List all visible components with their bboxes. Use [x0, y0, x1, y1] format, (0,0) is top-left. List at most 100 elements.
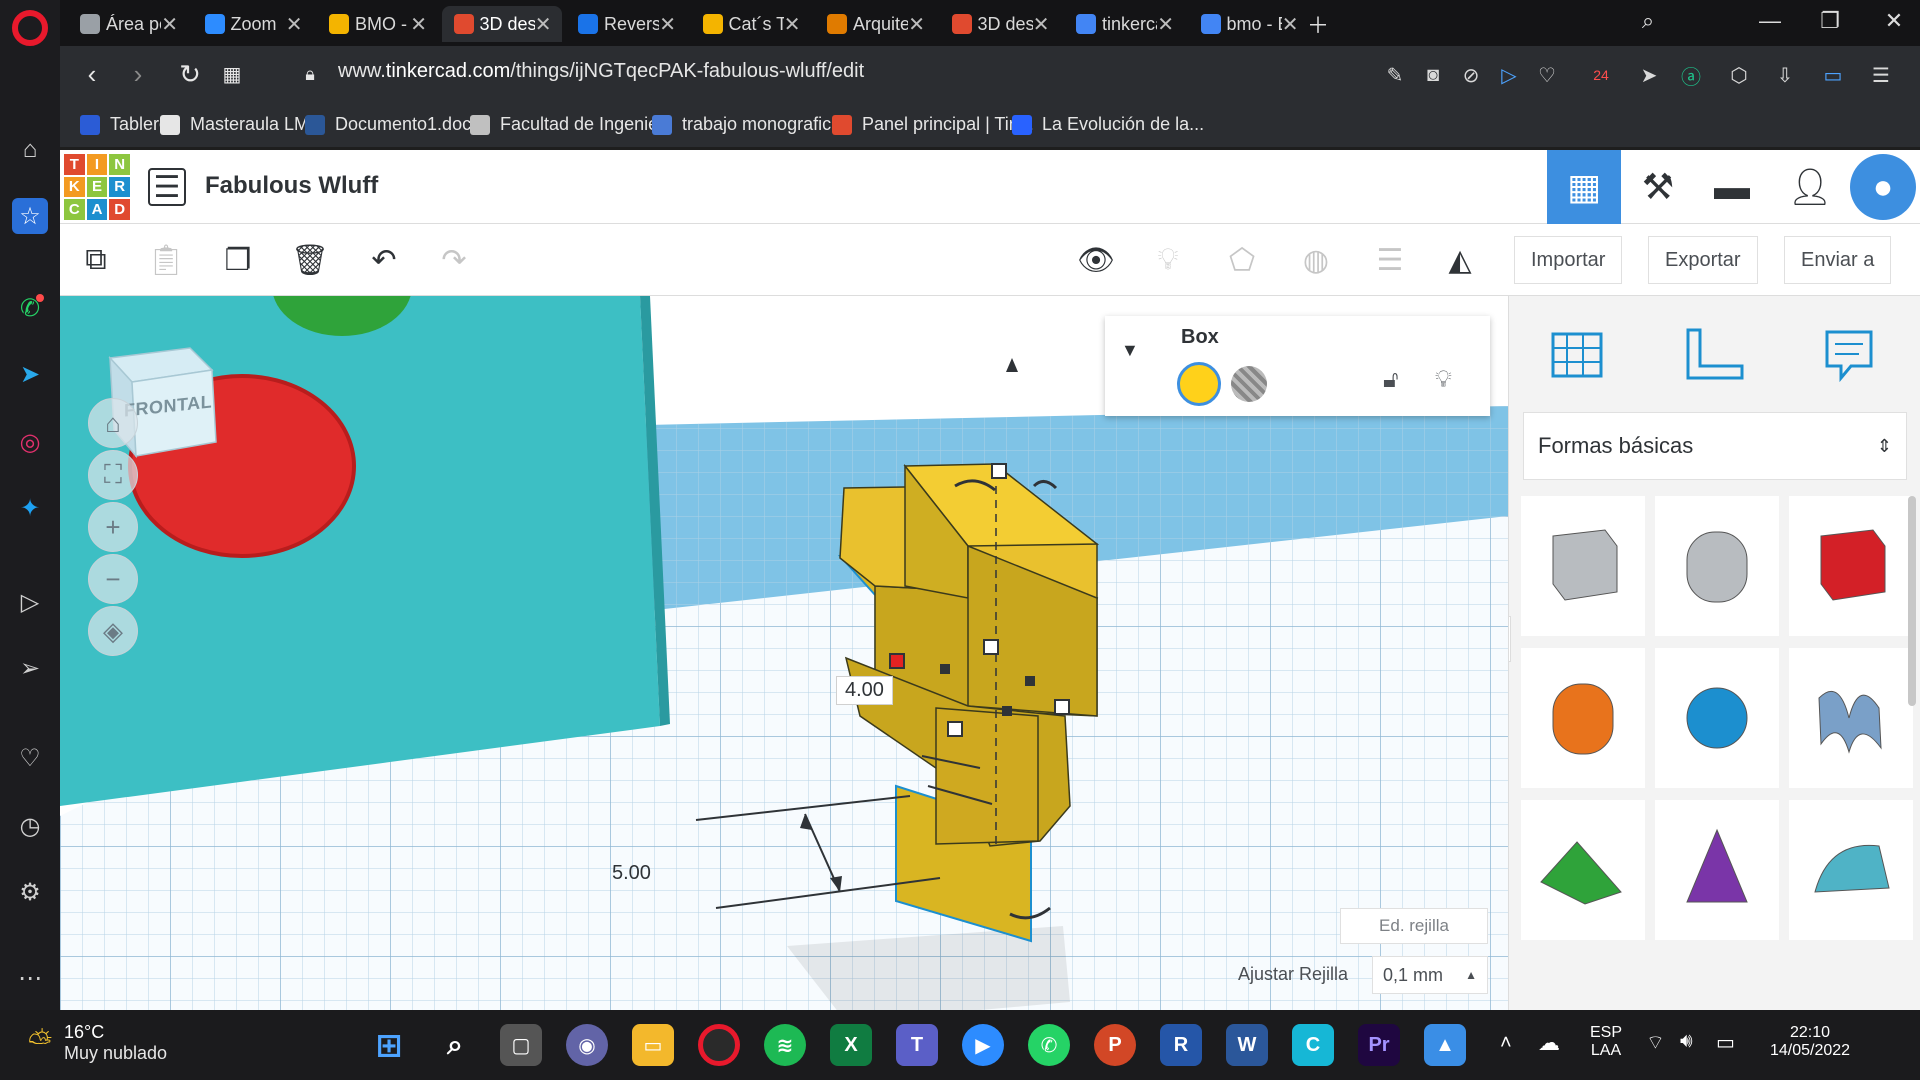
- easy-setup-icon[interactable]: ☰: [1866, 60, 1896, 90]
- tab-close-icon[interactable]: ✕: [1033, 12, 1050, 37]
- opera-logo-icon[interactable]: [12, 10, 48, 46]
- undo-icon[interactable]: ↶: [362, 238, 406, 282]
- ruler-icon[interactable]: [1673, 314, 1753, 394]
- tab-close-icon[interactable]: ✕: [1282, 12, 1299, 37]
- more-icon[interactable]: ⋯: [12, 960, 48, 996]
- codeblocks-button[interactable]: ⚒: [1621, 150, 1695, 224]
- export-button[interactable]: Exportar: [1648, 236, 1758, 284]
- shape-tile-box[interactable]: [1789, 496, 1913, 636]
- notes-icon[interactable]: 👁︎: [1074, 238, 1118, 282]
- excel-icon[interactable]: X: [830, 1024, 872, 1066]
- clock[interactable]: 22:10 14/05/2022: [1760, 1024, 1860, 1060]
- ungroup-icon[interactable]: ◍: [1294, 238, 1338, 282]
- powerpoint-icon[interactable]: P: [1094, 1024, 1136, 1066]
- lift-handle-icon[interactable]: [1006, 358, 1018, 372]
- word-icon[interactable]: W: [1226, 1024, 1268, 1066]
- panel-collapse-button[interactable]: ❯: [1509, 616, 1511, 662]
- ortho-view-icon[interactable]: ◈: [88, 606, 138, 656]
- bookmark-item[interactable]: Panel principal | Tin...: [832, 114, 1034, 135]
- tab-close-icon[interactable]: ✕: [659, 12, 676, 37]
- light-icon[interactable]: 💡︎: [1146, 238, 1190, 282]
- download-icon[interactable]: ⇩: [1770, 60, 1800, 90]
- favorite-icon[interactable]: ♡: [1532, 60, 1562, 90]
- home-view-icon[interactable]: ⌂: [88, 398, 138, 448]
- tab-close-icon[interactable]: ✕: [1157, 12, 1174, 37]
- file-explorer-icon[interactable]: ▭: [632, 1024, 674, 1066]
- speed-dial-icon[interactable]: ▦: [214, 56, 250, 92]
- tab-close-icon[interactable]: ✕: [286, 12, 303, 37]
- height-dimension-label[interactable]: 4.00: [836, 676, 893, 705]
- shape-tile-roof[interactable]: [1521, 800, 1645, 940]
- amazon-extension-icon[interactable]: ⓐ: [1676, 60, 1706, 90]
- tab-close-icon[interactable]: ✕: [908, 12, 925, 37]
- copy-icon[interactable]: ⧉: [74, 238, 118, 282]
- duplicate-icon[interactable]: ❐: [216, 238, 260, 282]
- history-icon[interactable]: ◷: [12, 808, 48, 844]
- onedrive-icon[interactable]: ☁︎: [1538, 1030, 1560, 1056]
- battery-icon[interactable]: ▭: [1716, 1030, 1735, 1055]
- group-icon[interactable]: ⬠: [1220, 238, 1264, 282]
- extension-badge-icon[interactable]: 24: [1586, 60, 1616, 90]
- search-icon[interactable]: ⌕: [434, 1024, 476, 1066]
- snap-grid-select[interactable]: 0,1 mm ▲: [1372, 956, 1488, 994]
- restore-button[interactable]: ❐: [1810, 8, 1850, 34]
- bookmark-icon[interactable]: ☆: [12, 198, 48, 234]
- solid-color-swatch[interactable]: [1177, 362, 1221, 406]
- shape-tile-cylinder-hole[interactable]: [1655, 496, 1779, 636]
- task-view-icon[interactable]: ▢: [500, 1024, 542, 1066]
- fit-view-icon[interactable]: ⛶: [88, 450, 138, 500]
- browser-tab[interactable]: Cat´s Tongue✕: [691, 6, 811, 42]
- tab-close-icon[interactable]: ✕: [535, 12, 552, 37]
- 3d-view-button[interactable]: ▦: [1547, 150, 1621, 224]
- import-button[interactable]: Importar: [1514, 236, 1623, 284]
- lock-icon[interactable]: 🔓︎: [1383, 366, 1399, 394]
- browser-tab[interactable]: BMO - Imágenes✕: [317, 6, 437, 42]
- premiere-icon[interactable]: Pr: [1358, 1024, 1400, 1066]
- spotify-icon[interactable]: ≋: [764, 1024, 806, 1066]
- forward-button[interactable]: ›: [120, 56, 156, 92]
- edit-icon[interactable]: ✎: [1380, 60, 1410, 90]
- tab-close-icon[interactable]: ✕: [161, 12, 178, 37]
- show-hidden-icons[interactable]: ˄: [1500, 1032, 1512, 1055]
- shape-tile-round-roof[interactable]: [1789, 800, 1913, 940]
- browser-tab[interactable]: Reverso✕: [566, 6, 686, 42]
- back-button[interactable]: ‹: [74, 56, 110, 92]
- bookmark-item[interactable]: La Evolución de la...: [1012, 114, 1204, 135]
- hole-swatch[interactable]: [1231, 366, 1267, 402]
- browser-tab[interactable]: tinkercad✕: [1064, 6, 1184, 42]
- zoom-icon[interactable]: ▶: [962, 1024, 1004, 1066]
- opera-taskbar-icon[interactable]: [698, 1024, 740, 1066]
- shape-tile-scribble[interactable]: [1789, 648, 1913, 788]
- design-title[interactable]: Fabulous Wluff: [205, 172, 378, 200]
- player-icon[interactable]: ▷: [12, 584, 48, 620]
- weather-widget[interactable]: ⛅︎ 16°C Muy nublado: [28, 1022, 167, 1064]
- tab-close-icon[interactable]: ✕: [784, 12, 801, 37]
- browser-tab[interactable]: 3D design✕: [441, 6, 562, 42]
- tinkercad-logo[interactable]: T I N K E R C A D: [64, 154, 130, 220]
- delete-icon[interactable]: 🗑︎: [288, 238, 332, 282]
- share-icon[interactable]: ▷: [1494, 60, 1524, 90]
- close-window-button[interactable]: ✕: [1874, 8, 1914, 34]
- wifi-icon[interactable]: ⌔: [1646, 1030, 1665, 1055]
- tab-close-icon[interactable]: ✕: [410, 12, 427, 37]
- battery-saver-icon[interactable]: ▭: [1818, 60, 1848, 90]
- browser-tab[interactable]: Área personal✕: [68, 6, 188, 42]
- bookmark-item[interactable]: Facultad de Ingenie...: [470, 114, 673, 135]
- align-icon[interactable]: ☰: [1368, 238, 1412, 282]
- reload-button[interactable]: ↻: [172, 56, 208, 92]
- bookmark-item[interactable]: Tablero: [80, 114, 169, 135]
- minimize-button[interactable]: —: [1750, 8, 1790, 34]
- shape-tile-cone[interactable]: [1655, 800, 1779, 940]
- browser-tab[interactable]: 3D design✕: [940, 6, 1060, 42]
- invite-user-button[interactable]: 👤︎: [1773, 150, 1847, 224]
- bricks-button[interactable]: ▬: [1695, 150, 1769, 224]
- send-to-button[interactable]: Enviar a: [1784, 236, 1892, 284]
- workplane-canvas[interactable]: FRONTAL ⌂ ⛶ + − ◈ 4.00 5.00 ▼ Box 🔓︎ 💡︎ …: [60, 296, 1508, 1010]
- notes-icon[interactable]: [1809, 314, 1889, 394]
- browser-tab[interactable]: bmo - Búsqueda✕: [1189, 6, 1309, 42]
- visibility-bulb-icon[interactable]: 💡︎: [1435, 366, 1452, 394]
- instagram-icon[interactable]: ◎: [12, 424, 48, 460]
- inspector-collapse-icon[interactable]: ▼: [1121, 340, 1139, 361]
- redo-icon[interactable]: ↷: [432, 238, 476, 282]
- search-tabs-icon[interactable]: ⌕: [1628, 8, 1668, 34]
